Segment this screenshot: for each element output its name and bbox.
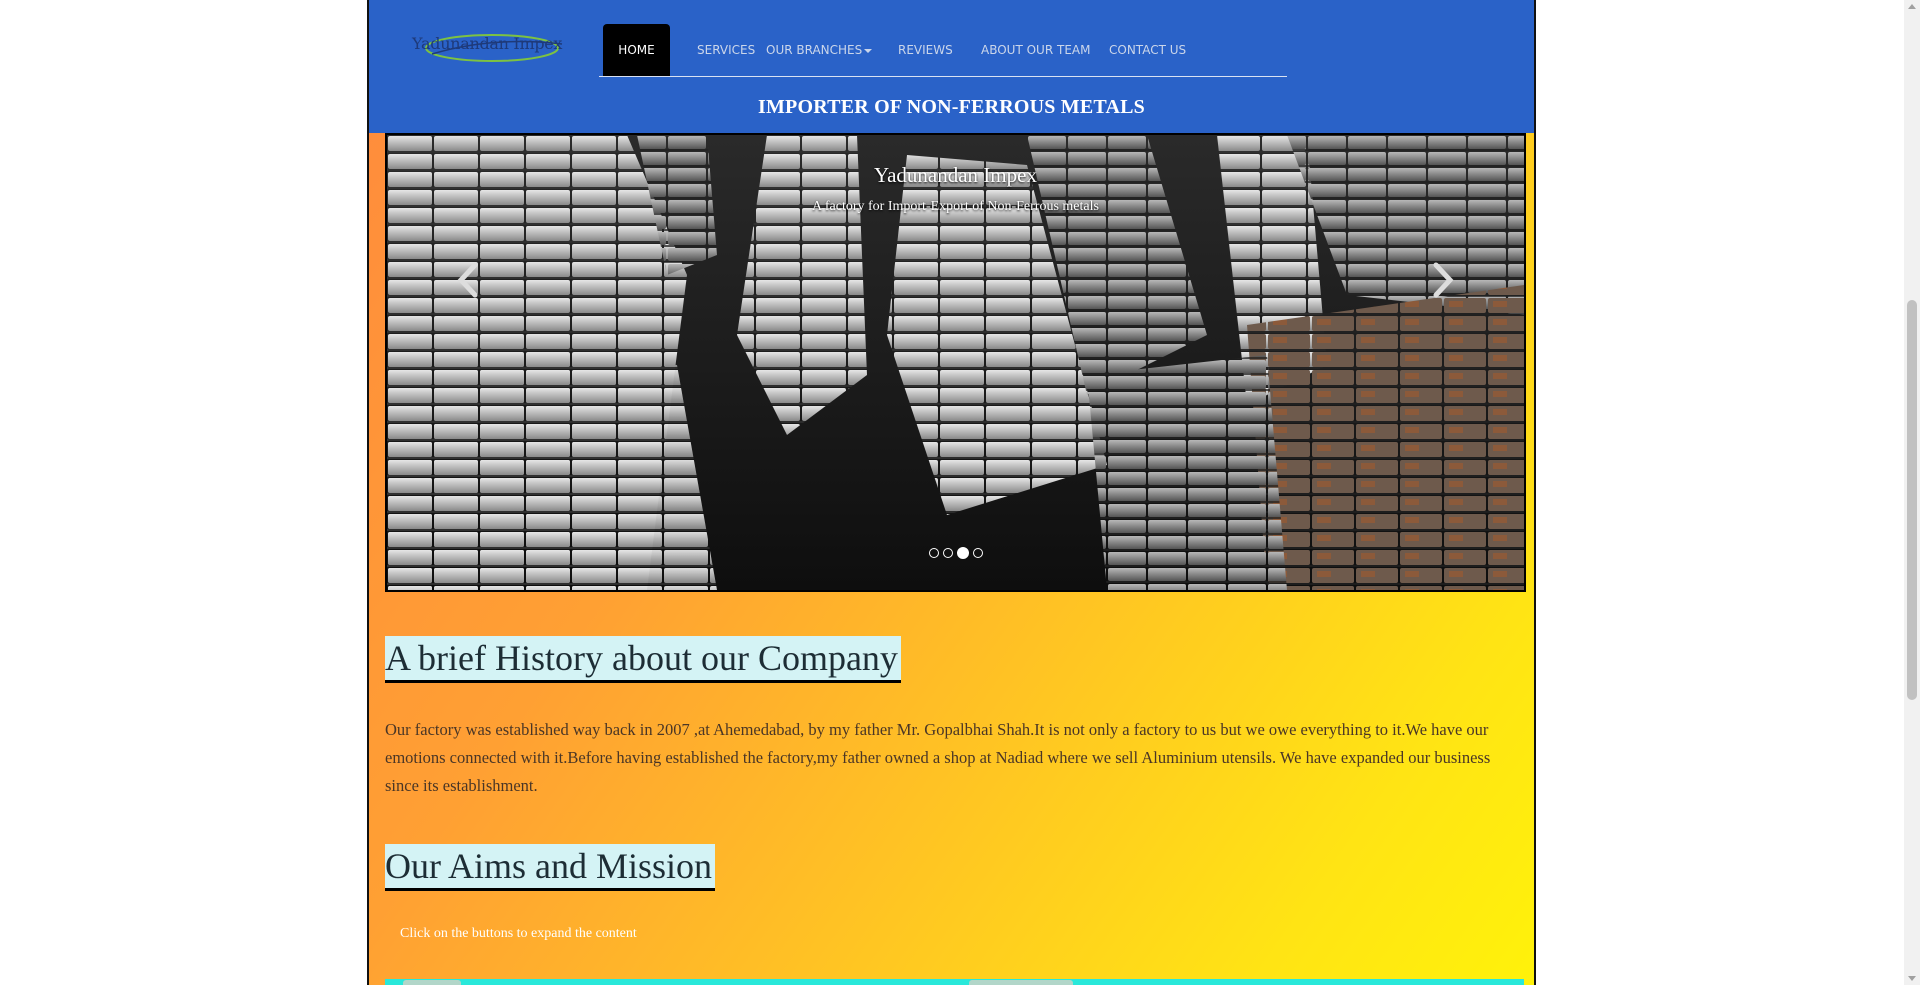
carousel-indicator-2[interactable] (942, 547, 953, 558)
top-navbar: Yadunandan Impex HOME SERVICES OUR BRANC… (369, 0, 1534, 133)
logo-text: Yadunandan Impex (412, 34, 563, 53)
scroll-down-icon[interactable] (1908, 976, 1916, 981)
scroll-up-icon[interactable] (1908, 4, 1916, 9)
main-nav: HOME SERVICES OUR BRANCHES REVIEWS ABOUT… (599, 24, 1287, 77)
carousel-prev-button[interactable] (447, 255, 487, 305)
chevron-down-icon (864, 48, 873, 53)
accordion-button-1[interactable] (403, 980, 461, 985)
nav-our-branches-label: OUR BRANCHES (766, 43, 863, 57)
carousel-caption-subtitle: A factory for Import-Export of Non-Ferro… (812, 199, 1099, 214)
nav-contact-us[interactable]: CONTACT US (1109, 24, 1186, 76)
page-container: Yadunandan Impex HOME SERVICES OUR BRANC… (367, 0, 1536, 985)
nav-reviews[interactable]: REVIEWS (898, 24, 953, 76)
carousel-indicator-4[interactable] (972, 547, 983, 558)
history-heading: A brief History about our Company (385, 636, 901, 683)
nav-services[interactable]: SERVICES (697, 24, 755, 76)
nav-our-branches[interactable]: OUR BRANCHES (766, 24, 873, 76)
carousel-indicator-3[interactable] (956, 546, 969, 559)
company-logo[interactable]: Yadunandan Impex (412, 30, 572, 66)
page-scrollbar[interactable] (1904, 0, 1920, 985)
carousel-caption-title: Yadunandan Impex (874, 163, 1037, 187)
accordion-bar (385, 979, 1524, 985)
history-paragraph: Our factory was established way back in … (385, 720, 1491, 795)
accordion-button-2[interactable] (969, 980, 1073, 985)
nav-about-our-team[interactable]: ABOUT OUR TEAM (981, 24, 1090, 76)
carousel-indicator-1[interactable] (928, 547, 939, 558)
chevron-left-icon (457, 262, 478, 298)
chevron-right-icon (1433, 262, 1454, 298)
site-tagline: IMPORTER OF NON-FERROUS METALS (758, 96, 1145, 118)
carousel-indicators (387, 542, 1524, 561)
carousel-next-button[interactable] (1424, 255, 1464, 305)
scroll-thumb[interactable] (1907, 300, 1917, 700)
image-carousel[interactable]: Yadunandan Impex A factory for Import-Ex… (385, 133, 1526, 592)
aims-heading: Our Aims and Mission (385, 844, 716, 891)
nav-home[interactable]: HOME (603, 24, 670, 76)
expand-hint-text: Click on the buttons to expand the conte… (400, 926, 637, 941)
